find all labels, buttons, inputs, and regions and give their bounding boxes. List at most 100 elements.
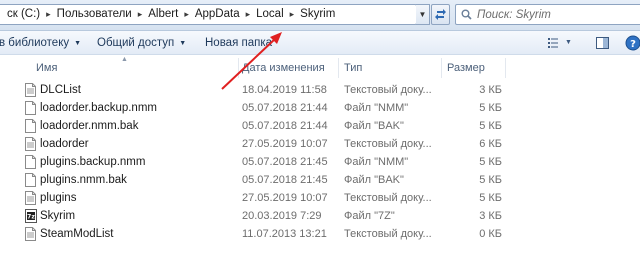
column-header-type[interactable]: Тип xyxy=(344,58,362,78)
file-date: 05.07.2018 21:45 xyxy=(242,156,328,168)
breadcrumb-separator-icon[interactable]: ▸ xyxy=(244,9,253,20)
breadcrumb-separator-icon[interactable]: ▸ xyxy=(288,9,297,20)
blank-file-icon xyxy=(25,173,36,190)
file-type: Текстовый доку... xyxy=(344,192,432,204)
blank-file-icon xyxy=(25,155,36,172)
share-button[interactable]: Общий доступ ▼ xyxy=(97,31,186,55)
column-divider[interactable] xyxy=(338,58,339,78)
file-date: 18.04.2019 11:58 xyxy=(242,84,327,96)
file-name: loadorder.nmm.bak xyxy=(40,120,139,132)
address-bar[interactable]: ск (C:) ▸ Пользователи ▸ Albert ▸ AppData ▸ Loca… xyxy=(0,4,417,25)
view-dropdown-arrow[interactable]: ▼ xyxy=(565,39,572,46)
search-input[interactable]: Поиск: Skyrim xyxy=(455,4,640,25)
file-date: 05.07.2018 21:44 xyxy=(242,102,328,114)
breadcrumb-item[interactable]: Local xyxy=(252,5,288,24)
blank-file-icon xyxy=(25,119,36,136)
file-row[interactable]: plugins 27.05.2019 10:07 Текстовый доку...… xyxy=(0,189,640,207)
column-header-name[interactable]: Имя xyxy=(36,58,57,78)
breadcrumb-item[interactable]: Skyrim xyxy=(296,5,339,24)
file-name: SteamModList xyxy=(40,228,114,240)
file-type: Файл "NMM" xyxy=(344,102,409,114)
column-divider[interactable] xyxy=(441,58,442,78)
file-name: loadorder xyxy=(40,138,89,150)
svg-text:7z: 7z xyxy=(27,214,35,221)
breadcrumb-item[interactable]: AppData xyxy=(191,5,244,24)
dropdown-arrow-icon: ▼ xyxy=(74,40,82,47)
file-size: 5 КБ xyxy=(479,156,502,168)
search-placeholder: Поиск: Skyrim xyxy=(477,8,551,21)
new-folder-button[interactable]: Новая папка xyxy=(205,31,272,55)
address-bar-row: ск (C:) ▸ Пользователи ▸ Albert ▸ AppData ▸ Loca… xyxy=(0,0,640,31)
preview-pane-button[interactable] xyxy=(596,37,609,52)
file-size: 6 КБ xyxy=(479,138,502,150)
file-row[interactable]: 7z Skyrim 20.03.2019 7:29 Файл "7Z" 3 КБ xyxy=(0,207,640,225)
file-row[interactable]: plugins.nmm.bak 05.07.2018 21:45 Файл "BAK… xyxy=(0,171,640,189)
address-history-button[interactable]: ▼ xyxy=(416,4,430,25)
new-folder-label: Новая папка xyxy=(205,37,273,49)
dropdown-arrow-icon: ▼ xyxy=(179,40,187,47)
archive-file-icon: 7z xyxy=(25,209,37,226)
file-type: Текстовый доку... xyxy=(344,138,432,150)
chevron-down-icon: ▼ xyxy=(418,10,427,19)
file-row[interactable]: loadorder.nmm.bak 05.07.2018 21:44 Файл "B… xyxy=(0,117,640,135)
file-size: 3 КБ xyxy=(479,210,502,222)
file-name: loadorder.backup.nmm xyxy=(40,102,157,114)
search-icon xyxy=(461,9,472,20)
file-size: 3 КБ xyxy=(479,84,502,96)
text-file-icon xyxy=(25,227,36,244)
text-file-icon xyxy=(25,83,36,100)
file-size: 5 КБ xyxy=(479,192,502,204)
file-type: Текстовый доку... xyxy=(344,228,432,240)
help-icon: ? xyxy=(625,35,640,51)
svg-text:?: ? xyxy=(630,39,636,50)
file-date: 27.05.2019 10:07 xyxy=(242,192,328,204)
file-size: 5 КБ xyxy=(479,102,502,114)
breadcrumb-item[interactable]: Albert xyxy=(144,5,182,24)
text-file-icon xyxy=(25,191,36,208)
column-divider[interactable] xyxy=(238,58,239,78)
view-list-icon xyxy=(548,38,558,48)
file-row[interactable]: SteamModList 11.07.2013 13:21 Текстовый до… xyxy=(0,225,640,243)
file-date: 05.07.2018 21:45 xyxy=(242,174,328,186)
preview-pane-icon xyxy=(596,37,609,49)
breadcrumb-separator-icon[interactable]: ▸ xyxy=(136,9,145,20)
file-type: Файл "BAK" xyxy=(344,120,404,132)
file-name: plugins.backup.nmm xyxy=(40,156,146,168)
refresh-button[interactable] xyxy=(431,4,450,25)
file-date: 11.07.2013 13:21 xyxy=(242,228,327,240)
breadcrumb-separator-icon[interactable]: ▸ xyxy=(44,9,53,20)
breadcrumb-item[interactable]: ск (C:) xyxy=(3,5,44,24)
column-header-size[interactable]: Размер xyxy=(447,58,485,78)
change-view-button[interactable] xyxy=(548,37,562,52)
breadcrumb-separator-icon[interactable]: ▸ xyxy=(182,9,191,20)
blank-file-icon xyxy=(25,101,36,118)
file-size: 0 КБ xyxy=(479,228,502,240)
file-name: plugins.nmm.bak xyxy=(40,174,127,186)
breadcrumb-item[interactable]: Пользователи xyxy=(53,5,136,24)
file-type: Файл "NMM" xyxy=(344,156,409,168)
add-to-library-label: в библиотеку xyxy=(0,37,70,49)
file-date: 05.07.2018 21:44 xyxy=(242,120,328,132)
help-button[interactable]: ? xyxy=(625,35,640,54)
file-row[interactable]: loadorder 27.05.2019 10:07 Текстовый доку.… xyxy=(0,135,640,153)
column-header-date[interactable]: Дата изменения xyxy=(242,58,325,78)
file-date: 27.05.2019 10:07 xyxy=(242,138,328,150)
file-size: 5 КБ xyxy=(479,174,502,186)
file-name: plugins xyxy=(40,192,77,204)
file-name: DLCList xyxy=(40,84,81,96)
add-to-library-button[interactable]: в библиотеку ▼ xyxy=(0,31,81,55)
share-label: Общий доступ xyxy=(97,37,175,49)
file-type: Текстовый доку... xyxy=(344,84,432,96)
file-row[interactable]: plugins.backup.nmm 05.07.2018 21:45 Файл "… xyxy=(0,153,640,171)
sort-ascending-icon: ▲ xyxy=(121,56,128,63)
file-size: 5 КБ xyxy=(479,120,502,132)
file-date: 20.03.2019 7:29 xyxy=(242,210,322,222)
file-name: Skyrim xyxy=(40,210,76,222)
file-row[interactable]: loadorder.backup.nmm 05.07.2018 21:44 Файл… xyxy=(0,99,640,117)
column-divider[interactable] xyxy=(505,58,506,78)
refresh-icon xyxy=(435,9,446,20)
command-bar: в библиотеку ▼ Общий доступ ▼ Новая папка … xyxy=(0,31,640,55)
file-type: Файл "7Z" xyxy=(344,210,395,222)
file-type: Файл "BAK" xyxy=(344,174,404,186)
file-row[interactable]: DLCList 18.04.2019 11:58 Текстовый доку...… xyxy=(0,81,640,99)
